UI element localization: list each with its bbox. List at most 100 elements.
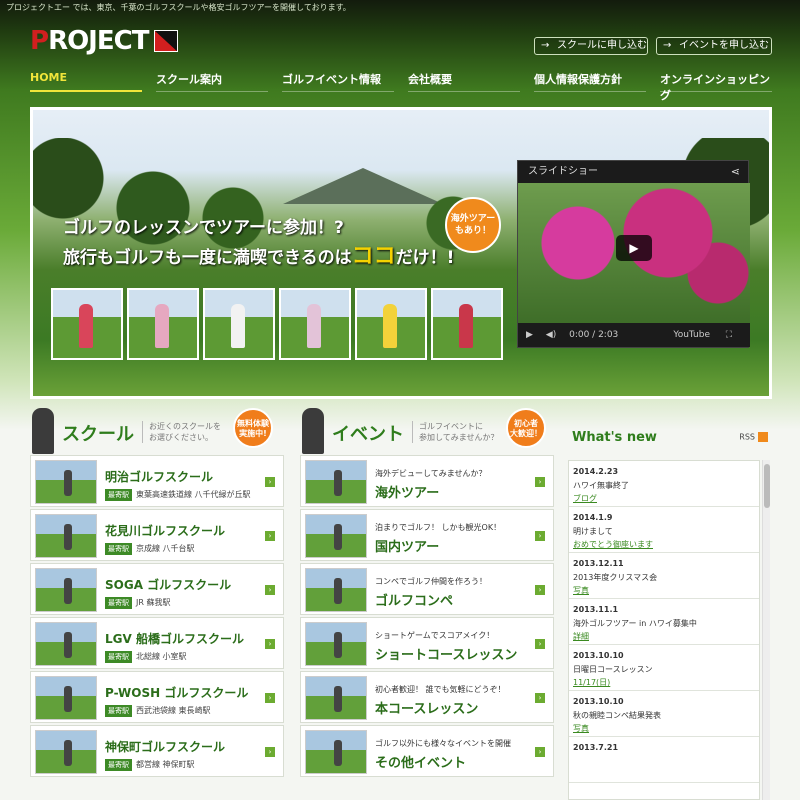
hero-thumbnail[interactable] (431, 288, 503, 360)
arrow-right-icon[interactable]: › (535, 477, 545, 487)
site-logo[interactable]: P ROJECT (30, 26, 179, 56)
hero-thumbnail[interactable] (127, 288, 199, 360)
news-date: 2013.7.21 (573, 743, 619, 752)
play-small-icon[interactable]: ▶ (526, 330, 533, 340)
apply-event-button[interactable]: → イベントを申し込む (656, 37, 772, 55)
arrow-right-icon[interactable]: › (535, 531, 545, 541)
news-item: 2014.2.23 ハワイ無事終了 ブログ (569, 461, 759, 507)
play-icon[interactable]: ▶ (616, 235, 652, 261)
news-title: 秋の親睦コンペ結果発表 (573, 711, 661, 720)
logo-initial: P (30, 26, 49, 56)
event-desc: 海外デビューしてみませんか？ (375, 469, 487, 478)
event-row[interactable]: ゴルフ以外にも様々なイベントを開催 その他イベント › (300, 725, 554, 777)
event-name: ゴルフコンペ (375, 594, 454, 609)
beginners-welcome-badge: 初心者 大歓迎！ (506, 408, 546, 448)
hero-thumbnail[interactable] (355, 288, 427, 360)
news-link[interactable]: 11/17(日) (573, 677, 610, 688)
nav-company[interactable]: 会社概要 (408, 68, 520, 92)
event-name: 海外ツアー (375, 486, 440, 501)
arrow-right-icon[interactable]: › (265, 639, 275, 649)
news-scrollbar[interactable] (762, 460, 770, 800)
event-title: イベント (332, 424, 404, 445)
share-icon[interactable]: ⋖ (731, 161, 740, 183)
school-row[interactable]: SOGA ゴルフスクール 最寄駅 JR 蘇我駅 › (30, 563, 284, 615)
news-link[interactable]: 写真 (573, 723, 589, 734)
slideshow-video-player[interactable]: スライドショー ⋖ ▶ ▶ ◀) 0:00 / 2:03 YouTube ⛶ (517, 160, 750, 348)
volume-icon[interactable]: ◀) (546, 330, 556, 340)
event-row[interactable]: ショートゲームでスコアメイク！ ショートコースレッスン › (300, 617, 554, 669)
event-name: ショートコースレッスン (375, 648, 518, 663)
news-link[interactable]: ブログ (573, 493, 597, 504)
school-row[interactable]: 神保町ゴルフスクール 最寄駅 都営線 神保町駅 › (30, 725, 284, 777)
event-photo (305, 568, 367, 612)
youtube-logo[interactable]: YouTube (673, 323, 710, 347)
news-date: 2013.10.10 (573, 697, 624, 706)
news-item: 2013.10.10 秋の親睦コンペ結果発表 写真 (569, 691, 759, 737)
news-link[interactable]: 写真 (573, 585, 589, 596)
video-controls: ▶ ◀) 0:00 / 2:03 YouTube ⛶ (518, 323, 750, 347)
hero-highlight: ココ (351, 244, 396, 269)
news-title: ハワイ無事終了 (573, 481, 629, 490)
school-photo (35, 514, 97, 558)
school-description: お近くのスクールを お選びください。 (142, 421, 221, 443)
school-station: 最寄駅 東葉高速鉄道線 八千代緑が丘駅 (105, 489, 251, 501)
news-list[interactable]: 2014.2.23 ハワイ無事終了 ブログ 2014.1.9 明けまして おめでとう御座… (568, 460, 760, 800)
news-item: 2013.12.11 2013年度クリスマス会 写真 (569, 553, 759, 599)
hero-thumbnail[interactable] (279, 288, 351, 360)
station-name: 北総線 小室駅 (136, 652, 187, 661)
school-photo (35, 730, 97, 774)
rss-link[interactable]: RSS (739, 432, 768, 442)
arrow-right-icon[interactable]: › (535, 585, 545, 595)
event-photo (305, 460, 367, 504)
school-row[interactable]: LGV 船橋ゴルフスクール 最寄駅 北総線 小室駅 › (30, 617, 284, 669)
school-row[interactable]: 明治ゴルフスクール 最寄駅 東葉高速鉄道線 八千代緑が丘駅 › (30, 455, 284, 507)
hero-thumbnail[interactable] (51, 288, 123, 360)
arrow-right-icon[interactable]: › (265, 693, 275, 703)
news-link[interactable]: 詳細 (573, 631, 589, 642)
school-row[interactable]: 花見川ゴルフスクール 最寄駅 京成線 八千台駅 › (30, 509, 284, 561)
hero-thumbnail[interactable] (203, 288, 275, 360)
station-label: 最寄駅 (105, 489, 132, 501)
arrow-right-icon[interactable]: › (265, 477, 275, 487)
apply-school-button[interactable]: → スクールに申し込む (534, 37, 648, 55)
event-desc: 初心者歓迎！ 誰でも気軽にどうぞ！ (375, 685, 506, 694)
event-row[interactable]: 海外デビューしてみませんか？ 海外ツアー › (300, 455, 554, 507)
nav-privacy-policy[interactable]: 個人情報保護方針 (534, 68, 646, 92)
school-station: 最寄駅 北総線 小室駅 (105, 651, 187, 663)
nav-online-shopping[interactable]: オンラインショッピング (660, 68, 772, 102)
school-photo (35, 622, 97, 666)
logo-text: ROJECT (48, 26, 149, 56)
nav-home[interactable]: HOME (30, 68, 142, 92)
event-row[interactable]: 泊まりでゴルフ！ しかも観光OK！ 国内ツアー › (300, 509, 554, 561)
news-date: 2014.2.23 (573, 467, 619, 476)
station-label: 最寄駅 (105, 705, 132, 717)
station-name: 京成線 八千台駅 (136, 544, 195, 553)
arrow-right-icon[interactable]: › (535, 639, 545, 649)
scrollbar-thumb[interactable] (764, 464, 770, 508)
school-title: スクール (62, 424, 134, 445)
event-photo (305, 622, 367, 666)
news-item: 2014.1.9 明けまして おめでとう御座います (569, 507, 759, 553)
golfer-silhouette-icon (32, 408, 54, 454)
school-section-header: スクール お近くのスクールを お選びください。 無料体験 実施中! (30, 408, 300, 456)
school-photo (35, 460, 97, 504)
arrow-right-icon[interactable]: › (535, 747, 545, 757)
arrow-right-icon[interactable]: › (265, 747, 275, 757)
arrow-right-icon[interactable]: › (535, 693, 545, 703)
school-station: 最寄駅 都営線 神保町駅 (105, 759, 195, 771)
arrow-right-icon[interactable]: › (265, 585, 275, 595)
news-link[interactable]: おめでとう御座います (573, 539, 653, 550)
event-row[interactable]: 初心者歓迎！ 誰でも気軽にどうぞ！ 本コースレッスン › (300, 671, 554, 723)
news-date: 2013.12.11 (573, 559, 624, 568)
golfer-silhouette-icon (302, 408, 324, 454)
site-tagline: プロジェクトエー では、東京、千葉のゴルフスクールや格安ゴルフツアーを開催してお… (6, 3, 351, 12)
arrow-right-icon[interactable]: › (265, 531, 275, 541)
news-title: 日曜日コースレッスン (573, 665, 653, 674)
event-row[interactable]: コンペでゴルフ仲間を作ろう！ ゴルフコンペ › (300, 563, 554, 615)
nav-school-guide[interactable]: スクール案内 (156, 68, 268, 92)
rss-icon (758, 432, 768, 442)
school-row[interactable]: P-WOSH ゴルフスクール 最寄駅 西武池袋線 東長崎駅 › (30, 671, 284, 723)
fullscreen-icon[interactable]: ⛶ (726, 323, 732, 347)
news-item: 2013.11.1 海外ゴルフツアー in ハワイ募集中 詳細 (569, 599, 759, 645)
nav-golf-events[interactable]: ゴルフイベント情報 (282, 68, 394, 92)
